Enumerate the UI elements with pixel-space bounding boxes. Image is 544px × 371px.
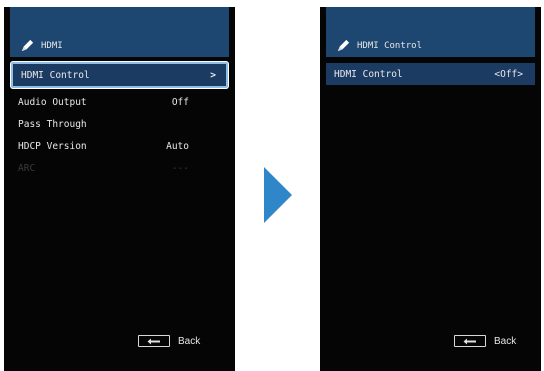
menu-item-pass-through[interactable]: Pass Through (10, 113, 229, 135)
pen-icon (337, 39, 350, 52)
return-key-icon (454, 335, 486, 347)
menu-item-arc: ARC --- (10, 157, 229, 179)
menu-item-label: HDCP Version (18, 140, 87, 152)
menu-item-label: Pass Through (18, 118, 87, 130)
menu-header: HDMI (10, 7, 229, 57)
menu-item-hdmi-control[interactable]: HDMI Control > (11, 62, 228, 88)
hdmi-menu: HDMI Control > Audio Output Off Pass Thr… (10, 62, 229, 179)
chevron-right-icon: > (210, 69, 216, 81)
menu-item-label: ARC (18, 162, 36, 174)
pen-icon (21, 39, 34, 52)
menu-item-value: Auto (166, 140, 189, 152)
back-button[interactable]: Back (454, 335, 516, 347)
setting-hdmi-control[interactable]: HDMI Control <Off> (326, 63, 535, 85)
menu-item-audio-output[interactable]: Audio Output Off (10, 91, 229, 113)
right-screen: HDMI Control HDMI Control <Off> Back (320, 7, 541, 371)
menu-item-value: Off (171, 96, 189, 108)
back-label: Back (178, 335, 201, 347)
header-title: HDMI (41, 40, 63, 51)
right-arrow-icon (264, 167, 292, 223)
menu-item-value: --- (171, 162, 189, 174)
setting-label: HDMI Control (334, 68, 403, 80)
menu-item-hdcp-version[interactable]: HDCP Version Auto (10, 135, 229, 157)
back-button[interactable]: Back (138, 335, 200, 347)
menu-header: HDMI Control (326, 7, 535, 57)
left-screen: HDMI HDMI Control > Audio Output Off Pas… (4, 7, 235, 371)
back-label: Back (494, 335, 517, 347)
header-title: HDMI Control (357, 40, 423, 51)
menu-item-label: HDMI Control (21, 69, 90, 81)
return-key-icon (138, 335, 170, 347)
setting-value: <Off> (494, 68, 523, 80)
menu-item-label: Audio Output (18, 96, 87, 108)
